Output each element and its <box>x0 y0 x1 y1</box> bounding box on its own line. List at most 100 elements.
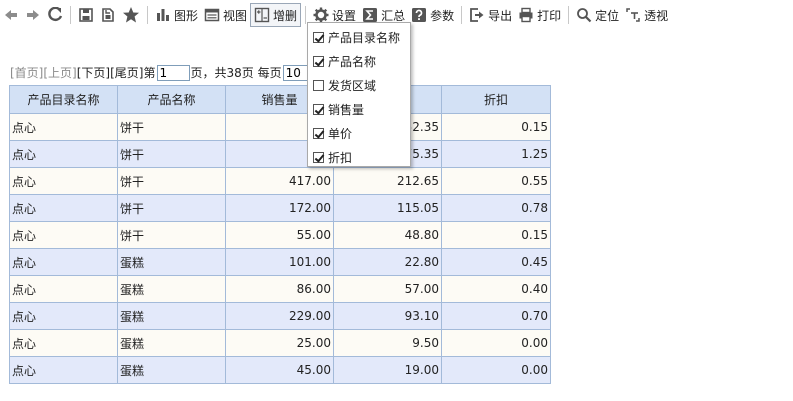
cell-price: 57.00 <box>333 275 442 303</box>
pivot-button[interactable]: 透视 <box>622 3 671 27</box>
table-row[interactable]: 点心 蛋糕 25.00 9.50 0.00 <box>9 329 551 357</box>
locate-button[interactable]: 定位 <box>573 3 622 27</box>
refresh-icon <box>48 7 63 22</box>
toolbar-separator <box>461 6 463 24</box>
cell-price: 19.00 <box>333 356 442 384</box>
export-button[interactable]: 导出 <box>466 3 515 27</box>
params-button[interactable]: 参数 <box>408 3 457 27</box>
cell-product: 饼干 <box>117 140 226 168</box>
refresh-button[interactable] <box>44 3 66 27</box>
cell-price: 93.10 <box>333 302 442 330</box>
cell-discount: 0.45 <box>441 248 551 276</box>
sigma-icon <box>363 8 378 22</box>
cell-sales: 172.00 <box>225 194 334 222</box>
save-button[interactable] <box>75 3 97 27</box>
save-as-icon <box>102 8 114 22</box>
params-label: 参数 <box>430 8 455 23</box>
cell-product: 蛋糕 <box>117 356 226 384</box>
back-arrow-icon <box>5 10 17 20</box>
cell-price: 212.65 <box>333 167 442 195</box>
cell-discount: 0.40 <box>441 275 551 303</box>
column-checkbox[interactable] <box>313 151 324 163</box>
page-number-input[interactable] <box>156 64 190 81</box>
cell-product: 饼干 <box>117 221 226 249</box>
table-row[interactable]: 点心 饼干 41 75.35 1.25 <box>9 140 551 168</box>
column-option-catalog[interactable]: 产品目录名称 <box>308 25 410 49</box>
printer-icon <box>519 7 533 23</box>
col-header-product[interactable]: 产品名称 <box>117 85 226 114</box>
cell-sales: 45.00 <box>225 356 334 384</box>
back-button[interactable] <box>0 3 22 27</box>
cell-discount: 0.15 <box>441 221 551 249</box>
column-option-discount[interactable]: 折扣 <box>308 145 410 169</box>
cell-discount: 0.70 <box>441 302 551 330</box>
pagination-bar: [首页] [上页] [下页] [尾页] 第 页，共38页 每页 <box>10 64 332 81</box>
toolbar-separator <box>147 6 148 24</box>
table-row[interactable]: 点心 饼干 172.00 115.05 0.78 <box>9 194 551 222</box>
forward-arrow-icon <box>27 10 39 20</box>
toolbar-separator <box>305 6 307 24</box>
column-chooser-menu: 产品目录名称 产品名称 发货区域 销售量 单价 折扣 <box>307 22 411 167</box>
col-header-discount[interactable]: 折扣 <box>441 85 551 114</box>
prev-page-link[interactable]: [上页] <box>43 64 76 81</box>
view-button[interactable]: 视图 <box>201 3 250 27</box>
last-page-link[interactable]: [尾页] <box>110 64 143 81</box>
col-header-catalog[interactable]: 产品目录名称 <box>9 85 118 114</box>
cell-sales: 55.00 <box>225 221 334 249</box>
save-as-button[interactable] <box>97 3 119 27</box>
column-checkbox[interactable] <box>313 31 324 43</box>
export-label: 导出 <box>488 8 513 23</box>
cell-discount: 0.15 <box>441 113 551 141</box>
column-checkbox[interactable] <box>313 103 324 115</box>
cell-sales: 25.00 <box>225 329 334 357</box>
column-option-label: 产品名称 <box>328 54 377 69</box>
next-page-link[interactable]: [下页] <box>77 64 110 81</box>
forward-button[interactable] <box>22 3 44 27</box>
cell-catalog: 点心 <box>9 329 118 357</box>
cell-discount: 1.25 <box>441 140 551 168</box>
view-label: 视图 <box>223 8 248 23</box>
chart-label: 图形 <box>174 8 199 23</box>
table-row[interactable]: 点心 饼干 55.00 48.80 0.15 <box>9 221 551 249</box>
cell-price: 115.05 <box>333 194 442 222</box>
first-page-link[interactable]: [首页] <box>10 64 43 81</box>
table-row[interactable]: 点心 蛋糕 229.00 93.10 0.70 <box>9 302 551 330</box>
data-table: 产品目录名称 产品名称 销售量 折扣 点心 饼干 9 52.35 0.15 点心… <box>9 85 551 384</box>
column-option-label: 折扣 <box>328 150 353 165</box>
cell-product: 饼干 <box>117 167 226 195</box>
locate-label: 定位 <box>595 8 620 23</box>
cell-price: 22.80 <box>333 248 442 276</box>
view-icon <box>204 8 220 22</box>
toolbar-separator <box>70 6 71 24</box>
search-icon <box>577 8 592 23</box>
column-checkbox[interactable] <box>313 79 324 91</box>
print-label: 打印 <box>537 8 562 23</box>
cell-sales: 101.00 <box>225 248 334 276</box>
favorite-button[interactable] <box>119 3 143 27</box>
cell-catalog: 点心 <box>9 221 118 249</box>
column-checkbox[interactable] <box>313 55 324 67</box>
pivot-icon <box>626 8 640 22</box>
cell-sales: 229.00 <box>225 302 334 330</box>
table-row[interactable]: 点心 蛋糕 45.00 19.00 0.00 <box>9 356 551 384</box>
page-total-text: 页，共38页 每页 <box>190 66 282 80</box>
toolbar-separator <box>568 6 570 24</box>
column-option-price[interactable]: 单价 <box>308 121 410 145</box>
table-row[interactable]: 点心 蛋糕 101.00 22.80 0.45 <box>9 248 551 276</box>
chart-button[interactable]: 图形 <box>152 3 201 27</box>
column-option-region[interactable]: 发货区域 <box>308 73 410 97</box>
print-button[interactable]: 打印 <box>515 3 564 27</box>
column-option-product[interactable]: 产品名称 <box>308 49 410 73</box>
add-delete-columns-button[interactable]: 增删 <box>250 3 302 27</box>
cell-discount: 0.78 <box>441 194 551 222</box>
column-option-sales[interactable]: 销售量 <box>308 97 410 121</box>
cell-product: 蛋糕 <box>117 248 226 276</box>
column-checkbox[interactable] <box>313 127 324 139</box>
column-option-label: 单价 <box>328 126 353 141</box>
cell-product: 蛋糕 <box>117 302 226 330</box>
add-delete-label: 增删 <box>273 8 298 23</box>
table-row[interactable]: 点心 饼干 9 52.35 0.15 <box>9 113 551 141</box>
page-prefix-text: 第 <box>143 66 156 80</box>
table-row[interactable]: 点心 饼干 417.00 212.65 0.55 <box>9 167 551 195</box>
table-row[interactable]: 点心 蛋糕 86.00 57.00 0.40 <box>9 275 551 303</box>
